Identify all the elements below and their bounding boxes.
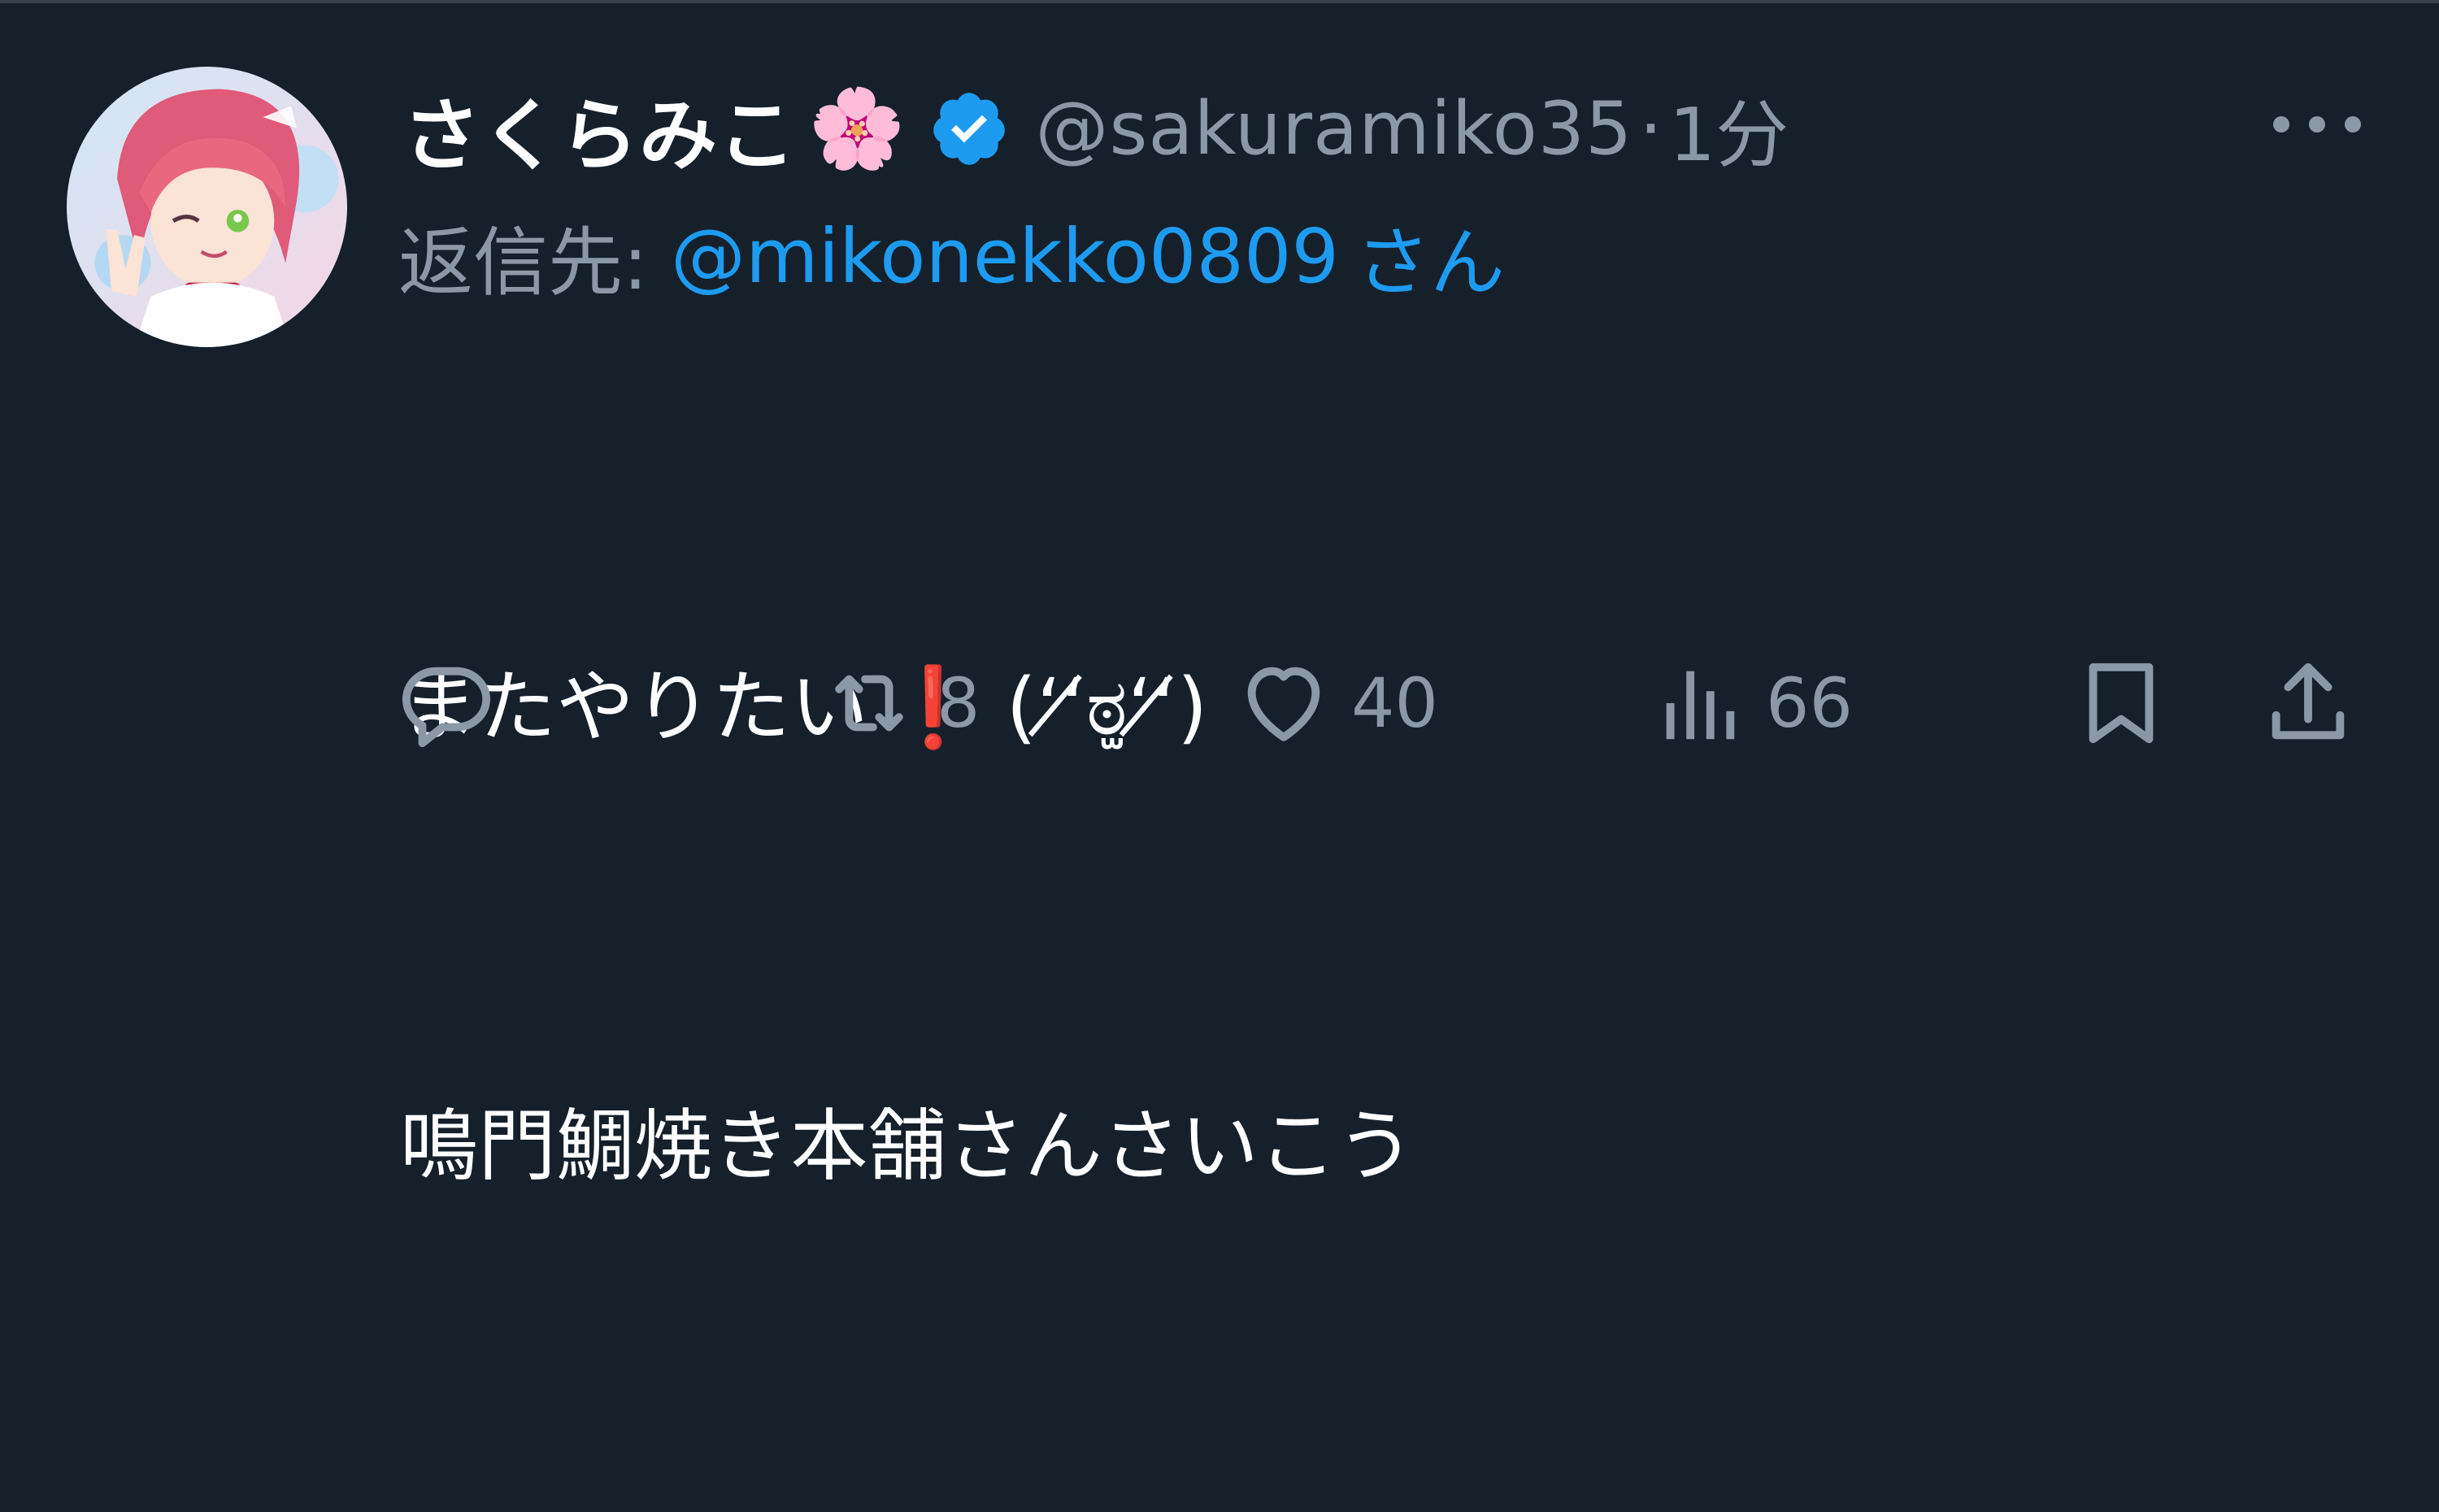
views-count: 66 — [1766, 663, 1853, 743]
like-count: 40 — [1351, 663, 1438, 743]
timestamp[interactable]: 1分 — [1669, 76, 1789, 181]
separator-dot: · — [1639, 85, 1663, 172]
share-button[interactable] — [2260, 650, 2356, 756]
reply-mention-link[interactable]: @mikonekko0809 — [671, 213, 1339, 300]
more-options-button[interactable] — [2260, 88, 2374, 161]
reply-button[interactable] — [398, 650, 514, 756]
retweet-icon — [835, 675, 903, 732]
cherry-blossom-emoji: 🌸 — [808, 83, 906, 174]
avatar-image — [67, 67, 347, 347]
more-dots-icon — [2273, 116, 2361, 133]
reply-prefix: 返信先: — [398, 219, 648, 306]
body-line2-text: 鳴門鯛焼き本舗さんさいこう — [400, 1101, 1415, 1192]
verified-badge-icon[interactable] — [928, 88, 1010, 169]
user-handle[interactable]: @sakuramiko35 — [1036, 86, 1633, 172]
bookmark-button[interactable] — [2073, 650, 2169, 756]
like-button[interactable]: 40 — [1236, 650, 1438, 756]
tweet-header: さくらみこ 🌸 @sakuramiko35 · 1分 — [402, 72, 1789, 185]
tweet-body: またやりたい ❗ (ʻʻ̸ಠ̫ʻʻ̸) 鳴門鯛焼き本舗さんさいこう — [400, 341, 2351, 1512]
display-name[interactable]: さくらみこ — [402, 72, 797, 185]
body-line-2: 鳴門鯛焼き本舗さんさいこう — [400, 1073, 2351, 1219]
retweet-button[interactable]: 8 — [821, 650, 980, 756]
views-button[interactable]: 66 — [1650, 650, 1853, 756]
retweet-count: 8 — [937, 663, 980, 743]
reply-context: 返信先: @mikonekko0809 さん — [398, 203, 1505, 309]
bookmark-icon — [2089, 663, 2154, 744]
tweet[interactable]: さくらみこ 🌸 @sakuramiko35 · 1分 返信先: @mikonek… — [0, 0, 2439, 1192]
reply-bubble-icon — [402, 667, 491, 748]
heart-icon — [1247, 667, 1320, 741]
views-bars-icon — [1666, 671, 1735, 740]
reply-suffix: さん — [1355, 219, 1506, 306]
action-bar: 8 40 66 — [398, 650, 2382, 756]
share-icon — [2272, 663, 2345, 740]
avatar[interactable] — [67, 67, 347, 347]
